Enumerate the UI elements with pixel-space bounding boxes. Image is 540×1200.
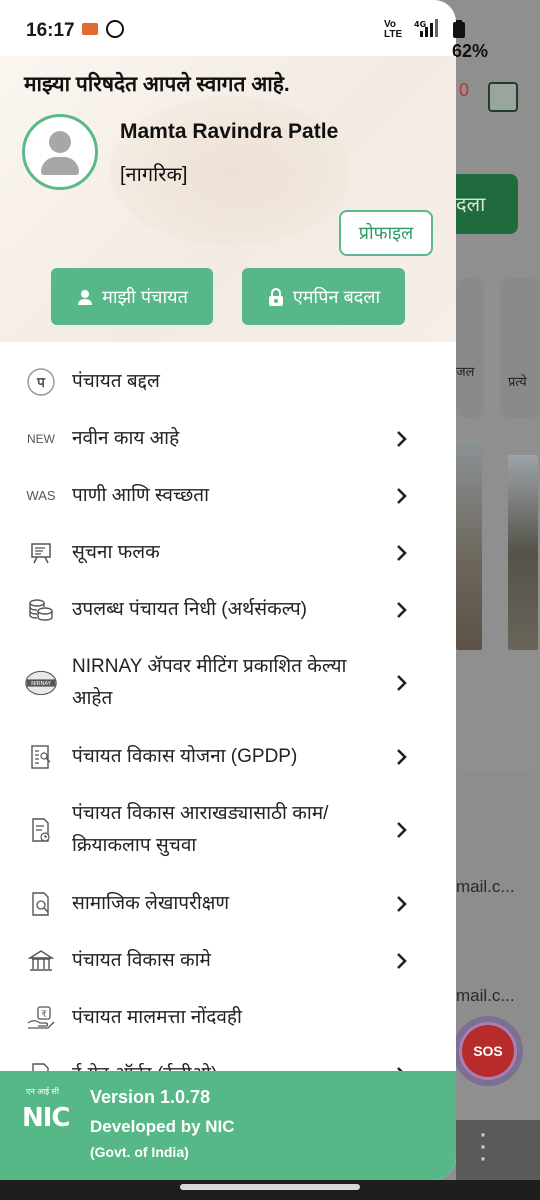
profile-button[interactable]: प्रोफाइल — [339, 210, 433, 256]
chevron-right-icon — [392, 952, 410, 970]
volte-icon: Vo LTE — [384, 19, 403, 40]
background-card-label: जल — [456, 364, 475, 379]
menu-item-available-funds[interactable]: उपलब्ध पंचायत निधी (अर्थसंकल्प) — [0, 581, 456, 638]
menu-item-whats-new[interactable]: NEW नवीन काय आहे — [0, 410, 456, 467]
menu-item-label: पंचायत विकास आराखड्यासाठी काम/क्रियाकलाप… — [72, 803, 329, 856]
welcome-text: माझ्या परिषदेत आपले स्वागत आहे. — [24, 73, 290, 96]
menu-item-asset-register[interactable]: ₹ पंचायत मालमत्ता नोंदवही — [0, 989, 456, 1046]
change-mpin-label: एमपिन बदला — [292, 286, 381, 307]
govt-text: (Govt. of India) — [90, 1144, 189, 1160]
plan-document-icon — [24, 743, 58, 771]
notification-app-icon — [106, 20, 124, 38]
user-name: Mamta Ravindra Patle — [120, 120, 339, 143]
menu-item-notice-board[interactable]: सूचना फलक — [0, 524, 456, 581]
chevron-right-icon — [392, 674, 410, 692]
menu-item-label: सूचना फलक — [72, 541, 160, 563]
menu-item-gpdp[interactable]: पंचायत विकास योजना (GPDP) — [0, 728, 456, 785]
background-card-label: प्रत्ये — [508, 374, 527, 389]
background-card — [500, 278, 540, 418]
menu-item-label: उपलब्ध पंचायत निधी (अर्थसंकल्प) — [72, 598, 307, 620]
status-time: 16:17 — [26, 20, 75, 41]
chevron-right-icon — [392, 748, 410, 766]
building-icon — [24, 947, 58, 975]
chevron-right-icon — [392, 601, 410, 619]
lock-icon — [267, 287, 285, 306]
sos-button[interactable]: SOS — [453, 1016, 523, 1086]
drawer-header: माझ्या परिषदेत आपले स्वागत आहे. Mamta Ra… — [0, 56, 456, 342]
menu-item-label: पंचायत बद्दल — [72, 371, 160, 392]
nirnay-icon: NIRNAY — [24, 669, 58, 697]
developer-text: Developed by NIC — [90, 1117, 235, 1136]
gesture-navigation-handle[interactable] — [180, 1184, 360, 1190]
menu-item-label: पंचायत मालमत्ता नोंदवही — [72, 1006, 242, 1028]
menu-item-development-works[interactable]: पंचायत विकास कामे — [0, 932, 456, 989]
menu-item-label: NIRNAY ॲपवर मीटिंग प्रकाशित केल्या आहेत — [72, 656, 347, 709]
background-card — [456, 278, 484, 418]
chevron-right-icon — [392, 544, 410, 562]
chevron-right-icon — [392, 487, 410, 505]
coins-icon — [24, 596, 58, 624]
background-bottom-bar — [456, 1120, 540, 1180]
background-photo — [508, 455, 538, 650]
was-icon: WAS — [26, 487, 56, 503]
notice-board-icon — [24, 539, 58, 567]
change-mpin-button[interactable]: एमपिन बदला — [242, 268, 405, 325]
signal-icon: 4G — [414, 19, 442, 44]
chevron-right-icon — [392, 430, 410, 448]
background-notification-count: 0 — [459, 80, 470, 100]
menu-item-label: नवीन काय आहे — [72, 427, 180, 449]
audit-search-icon — [24, 890, 58, 918]
chevron-right-icon — [392, 895, 410, 913]
menu-item-label: पाणी आणि स्वच्छता — [72, 484, 210, 506]
battery-percent: 62% — [452, 41, 489, 61]
status-bar: 16:17 Vo LTE 4G 62% — [0, 0, 488, 61]
menu-item-label: पंचायत विकास कामे — [72, 949, 211, 971]
drawer-footer: एन आई सी NIC Version 1.0.78 Developed by… — [0, 1071, 456, 1180]
menu-item-label: सामाजिक लेखापरीक्षण — [72, 892, 230, 914]
my-panchayat-label: माझी पंचायत — [102, 286, 188, 307]
drawer-menu: प पंचायत बद्दल NEW नवीन काय आहे WAS पाणी… — [0, 342, 456, 1103]
background-email-text: mail.c... — [456, 986, 515, 1005]
nic-logo: NIC — [22, 1103, 71, 1133]
menu-item-suggest-work[interactable]: पंचायत विकास आराखड्यासाठी काम/क्रियाकलाप… — [0, 785, 456, 875]
version-text: Version 1.0.78 — [90, 1087, 211, 1107]
asset-register-icon: ₹ — [24, 1004, 58, 1032]
person-icon — [76, 288, 94, 306]
sos-label: SOS — [462, 1025, 514, 1077]
background-photo — [456, 440, 482, 650]
background-change-button: दला — [456, 174, 518, 234]
avatar — [22, 114, 98, 190]
new-icon: NEW — [27, 431, 55, 446]
avatar-person-icon-body — [41, 157, 79, 175]
background-email-text: mail.c... — [456, 877, 515, 896]
chevron-right-icon — [392, 821, 410, 839]
menu-item-water-sanitation[interactable]: WAS पाणी आणि स्वच्छता — [0, 467, 456, 524]
menu-item-nirnay-meetings[interactable]: NIRNAY NIRNAY ॲपवर मीटिंग प्रकाशित केल्य… — [0, 638, 456, 728]
menu-item-social-audit[interactable]: सामाजिक लेखापरीक्षण — [0, 875, 456, 932]
panchayat-logo-icon: प — [24, 368, 58, 396]
notification-app-icon — [82, 23, 98, 35]
svg-text:NIRNAY: NIRNAY — [31, 681, 52, 687]
menu-item-label: पंचायत विकास योजना (GPDP) — [72, 745, 298, 767]
my-panchayat-button[interactable]: माझी पंचायत — [51, 268, 213, 325]
menu-item-about-panchayat[interactable]: प पंचायत बद्दल — [0, 354, 456, 410]
navigation-drawer: माझ्या परिषदेत आपले स्वागत आहे. Mamta Ra… — [0, 56, 456, 1180]
user-role: [नागरिक] — [120, 164, 188, 186]
language-chart-icon — [488, 82, 518, 112]
avatar-person-icon — [49, 131, 71, 153]
svg-text:₹: ₹ — [41, 1010, 47, 1020]
suggest-document-icon — [24, 816, 58, 844]
svg-text:4G: 4G — [414, 20, 426, 29]
nic-hindi-text: एन आई सी — [26, 1087, 59, 1096]
more-options-icon: · · · — [478, 1117, 488, 1174]
battery-indicator: 62% — [452, 20, 488, 62]
svg-text:प: प — [36, 375, 46, 391]
